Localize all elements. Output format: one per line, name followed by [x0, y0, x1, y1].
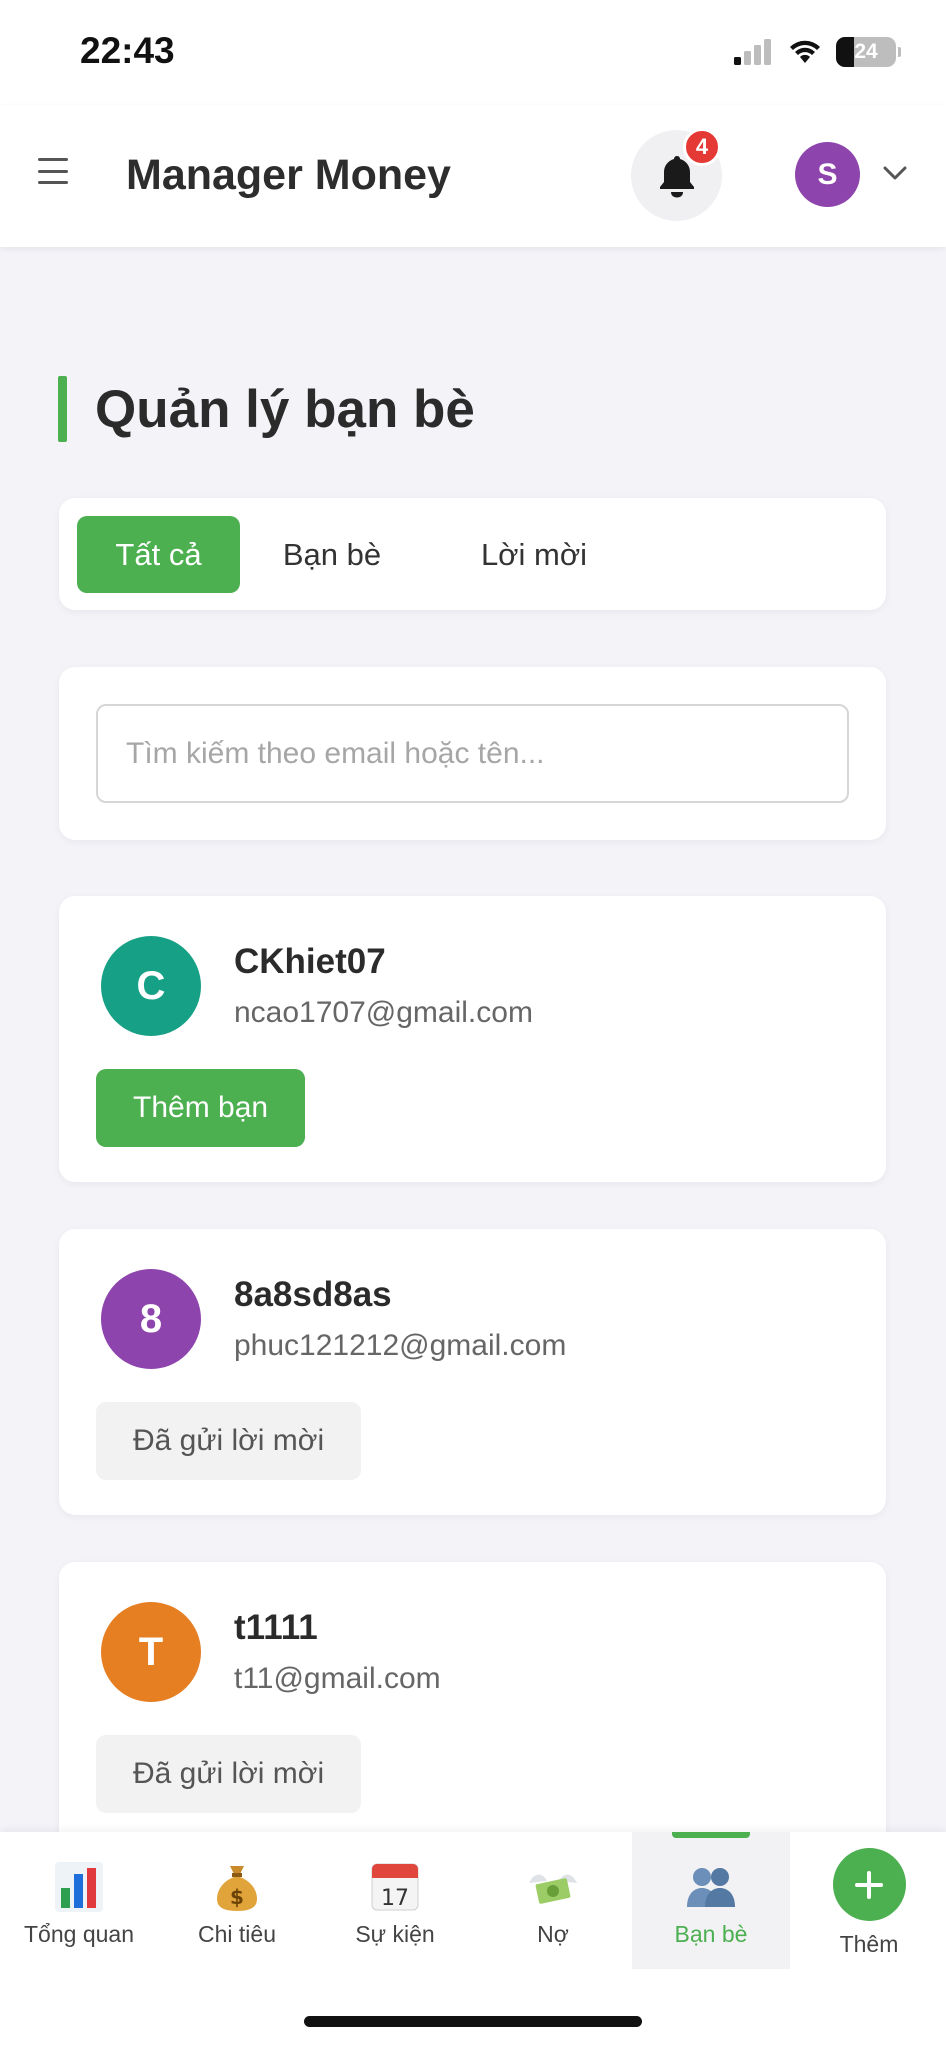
nav-item-events[interactable]: 17 Sự kiện: [316, 1832, 474, 1969]
nav-label: Sự kiện: [355, 1921, 435, 1947]
battery-level: 24: [854, 40, 878, 63]
bar-chart-icon: [51, 1859, 107, 1915]
search-card: [59, 667, 886, 840]
nav-item-expenses[interactable]: $ Chi tiêu: [158, 1832, 316, 1969]
nav-label: Bạn bè: [674, 1921, 748, 1947]
invite-sent-button[interactable]: Đã gửi lời mời: [96, 1735, 362, 1813]
friend-name: CKhiet07: [234, 942, 386, 981]
battery-icon: 24: [836, 37, 901, 67]
tab-friends[interactable]: Bạn bè: [267, 516, 397, 593]
add-friend-button[interactable]: Thêm bạn: [96, 1069, 306, 1147]
filter-tabs: Tất cả Bạn bè Lời mời: [59, 498, 886, 610]
money-bag-icon: $: [209, 1859, 265, 1915]
friend-card: 8 8a8sd8as phuc121212@gmail.com Đã gửi l…: [59, 1229, 886, 1515]
bottom-nav: Tổng quan $ Chi tiêu 17 Sự kiện Nợ Bạn b…: [0, 1832, 946, 2047]
friend-name: 8a8sd8as: [234, 1275, 392, 1314]
nav-item-overview[interactable]: Tổng quan: [0, 1832, 158, 1969]
avatar: 8: [101, 1269, 201, 1369]
nav-label: Tổng quan: [24, 1921, 134, 1947]
status-time: 22:43: [80, 30, 175, 71]
friend-email: ncao1707@gmail.com: [234, 996, 533, 1029]
friend-card: C CKhiet07 ncao1707@gmail.com Thêm bạn: [59, 896, 886, 1182]
signal-icon: [734, 39, 771, 65]
people-icon: [683, 1859, 739, 1915]
calendar-icon: 17: [367, 1859, 423, 1915]
notification-button[interactable]: 4: [631, 128, 722, 221]
chevron-down-icon[interactable]: [882, 163, 908, 183]
invite-sent-button[interactable]: Đã gửi lời mời: [96, 1402, 362, 1480]
user-avatar[interactable]: S: [795, 142, 860, 207]
tab-invites[interactable]: Lời mời: [469, 516, 599, 593]
search-input[interactable]: [96, 704, 849, 803]
avatar: C: [101, 936, 201, 1036]
nav-item-debt[interactable]: Nợ: [474, 1832, 632, 1969]
app-header: Manager Money 4 S: [0, 105, 946, 247]
plus-icon: [832, 1848, 906, 1921]
notification-badge: 4: [683, 128, 721, 166]
nav-item-add[interactable]: Thêm: [790, 1832, 946, 1969]
friend-email: phuc121212@gmail.com: [234, 1329, 567, 1362]
friend-card: T t1111 t11@gmail.com Đã gửi lời mời: [59, 1562, 886, 1848]
nav-item-friends[interactable]: Bạn bè: [632, 1832, 790, 1969]
svg-text:17: 17: [381, 1886, 409, 1911]
page-title-wrap: Quản lý bạn bè: [58, 376, 475, 442]
app-title: Manager Money: [126, 151, 451, 199]
friend-name: t1111: [234, 1608, 318, 1647]
wifi-icon: [790, 40, 820, 63]
avatar: T: [101, 1602, 201, 1702]
status-icons: 24: [734, 34, 901, 70]
svg-text:$: $: [230, 1885, 244, 1909]
nav-label: Nợ: [537, 1921, 569, 1947]
nav-label: Chi tiêu: [198, 1921, 276, 1947]
status-bar: 22:43 24: [0, 0, 946, 105]
home-indicator: [304, 2016, 642, 2027]
nav-label: Thêm: [839, 1931, 899, 1957]
friend-email: t11@gmail.com: [234, 1662, 441, 1695]
menu-icon[interactable]: [38, 158, 68, 184]
title-accent-bar: [58, 376, 67, 442]
page-title: Quản lý bạn bè: [95, 379, 475, 439]
money-wings-icon: [525, 1859, 581, 1915]
tab-all[interactable]: Tất cả: [77, 516, 240, 593]
